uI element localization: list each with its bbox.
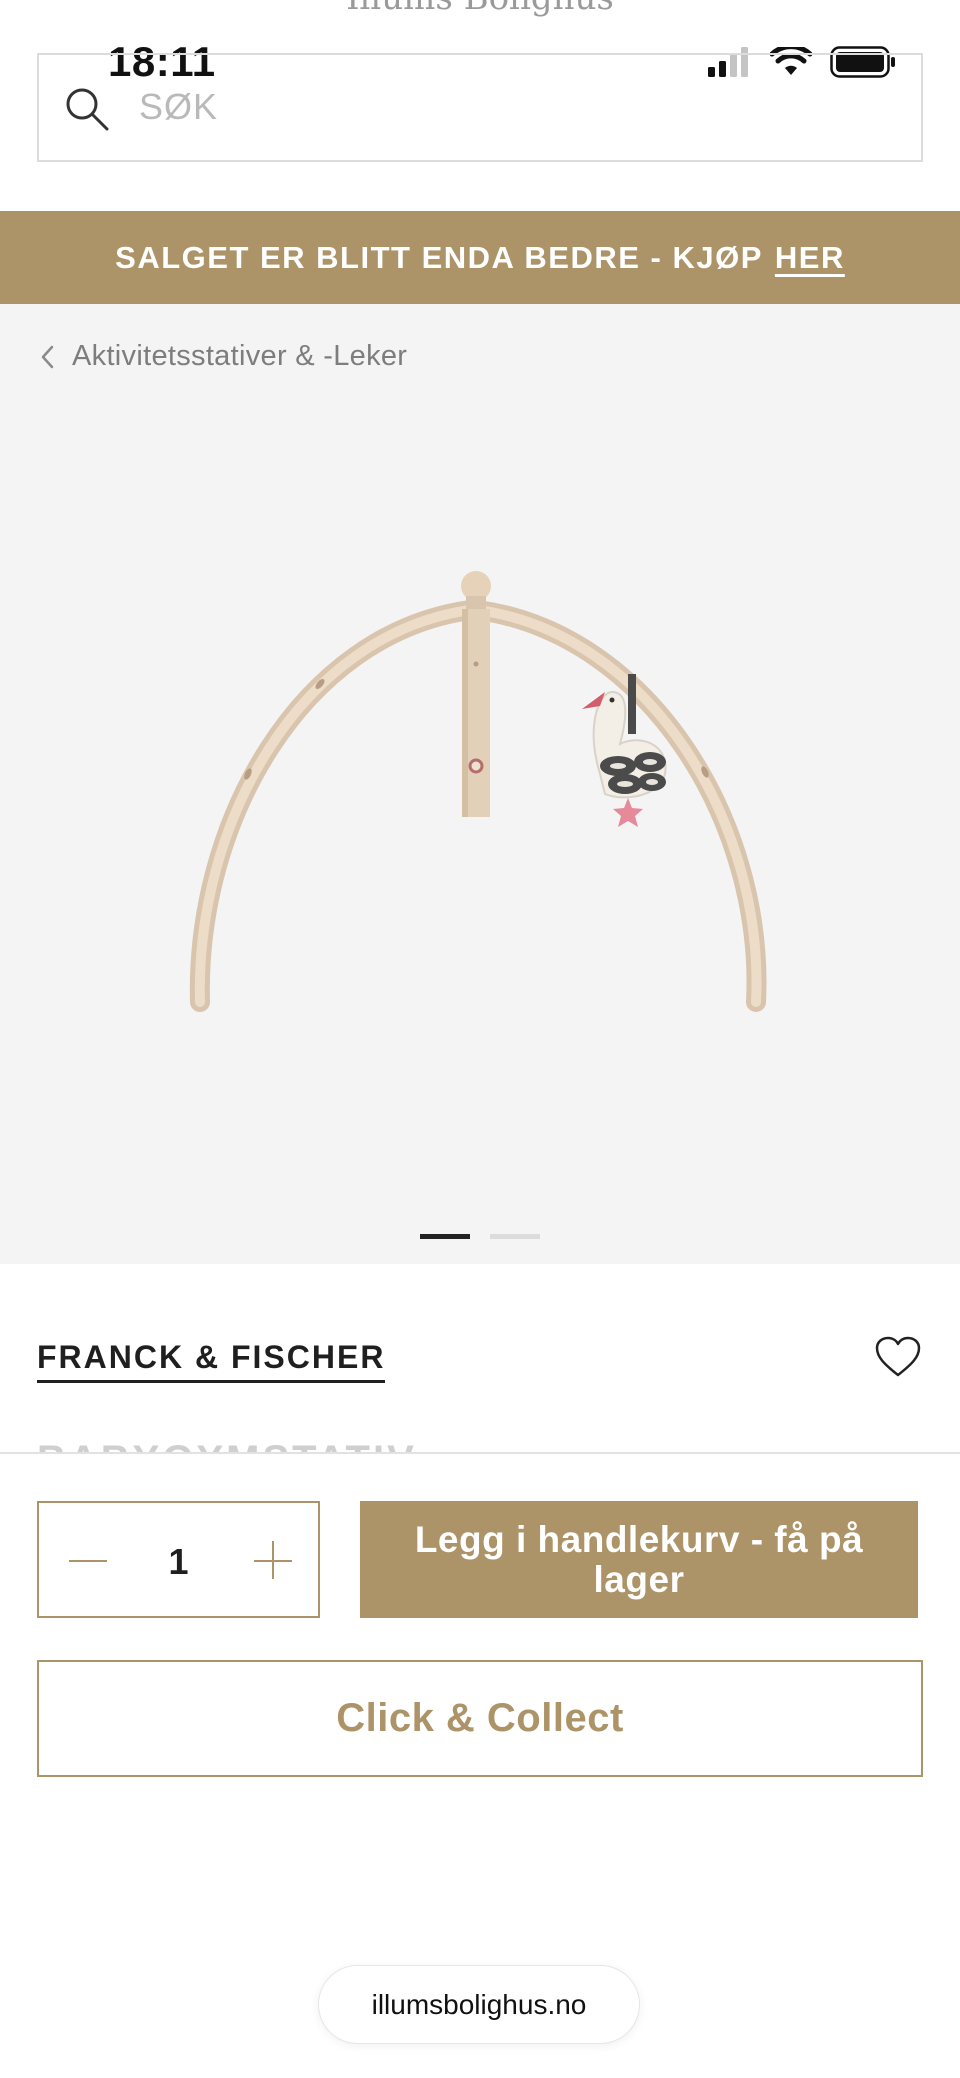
search-icon[interactable] xyxy=(64,86,110,132)
gallery-pagination[interactable] xyxy=(0,1234,960,1239)
site-logo[interactable]: Illums Bolighus xyxy=(0,0,960,18)
gallery-dot-1[interactable] xyxy=(420,1234,470,1239)
gallery-dot-2[interactable] xyxy=(490,1234,540,1239)
product-title: BABYGYMSTATIV xyxy=(37,1432,637,1452)
search-input[interactable]: SØK xyxy=(139,86,218,128)
chevron-left-icon[interactable] xyxy=(40,345,54,369)
promo-link[interactable]: HER xyxy=(775,240,845,276)
add-to-cart-button[interactable]: Legg i handlekurv - få på lager xyxy=(360,1501,918,1618)
browser-url-pill[interactable]: illumsbolighus.no xyxy=(318,1965,640,2044)
promo-banner[interactable]: SALGET ER BLITT ENDA BEDRE - KJØP HER xyxy=(0,211,960,304)
brand-link[interactable]: FRANCK & FISCHER xyxy=(37,1339,386,1383)
breadcrumb-label[interactable]: Aktivitetsstativer & -Leker xyxy=(72,340,407,373)
product-gallery[interactable]: Aktivitetsstativer & -Leker xyxy=(0,304,960,1264)
promo-text: SALGET ER BLITT ENDA BEDRE - KJØP xyxy=(115,239,763,275)
quantity-increase-button[interactable] xyxy=(254,1541,294,1581)
click-collect-button[interactable]: Click & Collect xyxy=(37,1660,923,1777)
product-image[interactable] xyxy=(0,304,960,1264)
heart-icon[interactable] xyxy=(874,1335,922,1379)
breadcrumb[interactable]: Aktivitetsstativer & -Leker xyxy=(40,340,407,373)
quantity-stepper[interactable]: 1 xyxy=(37,1501,320,1618)
